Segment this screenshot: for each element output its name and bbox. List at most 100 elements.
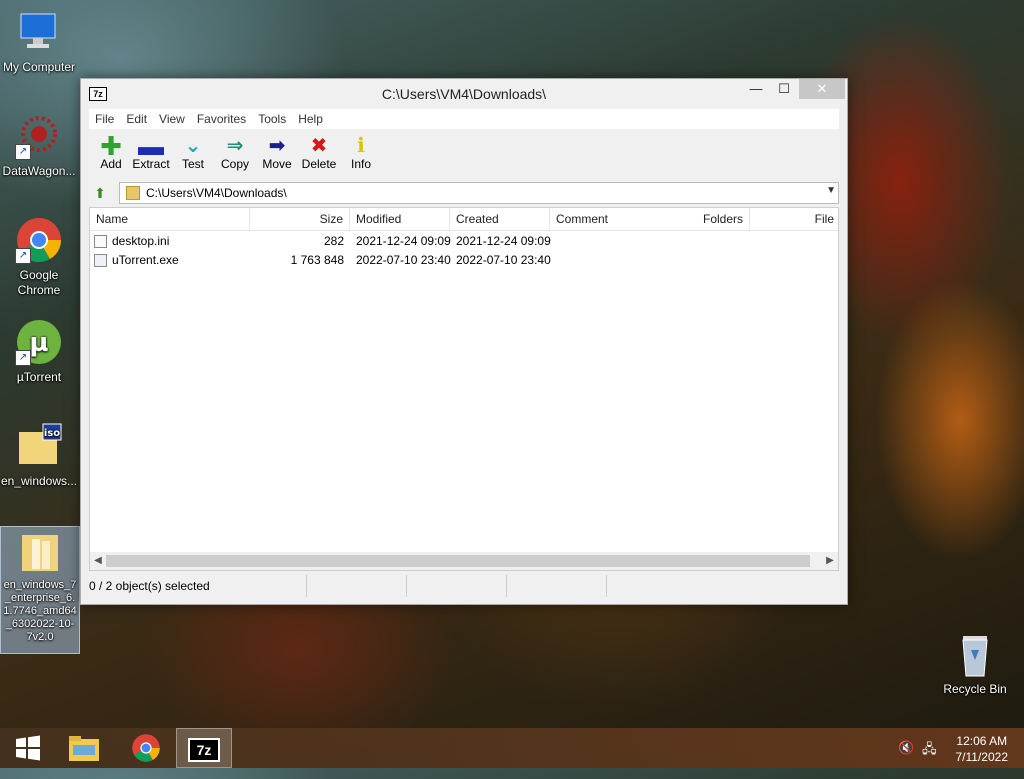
recycle-bin-icon [951, 630, 999, 678]
folder-icon [126, 186, 140, 200]
extract-button[interactable]: ▬ Extract [129, 131, 173, 171]
column-modified[interactable]: Modified [350, 208, 450, 230]
column-header: Name Size Modified Created Comment Folde… [90, 208, 838, 231]
menu-view[interactable]: View [153, 109, 191, 129]
copy-button[interactable]: ⇒ Copy [213, 135, 257, 171]
7zip-icon: 7z [188, 738, 220, 762]
copy-label: Copy [220, 157, 249, 171]
table-row[interactable]: uTorrent.exe 1 763 848 2022-07-10 23:40 … [90, 251, 838, 270]
table-row[interactable]: desktop.ini 282 2021-12-24 09:09 2021-12… [90, 232, 838, 251]
test-label: Test [181, 157, 204, 171]
7zip-file-manager-window: 7z C:\Users\VM4\Downloads\ — ☐ ✕ File Edi… [80, 78, 848, 605]
desktop-icon-my-computer[interactable]: My Computer [0, 8, 78, 75]
desktop-icon-label: en_windows_7_enterprise_6.1.7746_amd64_6… [3, 579, 77, 643]
window-titlebar[interactable]: 7z C:\Users\VM4\Downloads\ — ☐ ✕ [81, 79, 847, 109]
windows-logo-icon [16, 735, 40, 761]
file-modified: 2021-12-24 09:09 [356, 234, 451, 248]
desktop-icon-label: en_windows... [0, 474, 78, 488]
check-chevron-icon: ⌄ [184, 135, 202, 157]
desktop-icon-label: Google Chrome [17, 268, 61, 297]
address-combobox[interactable]: C:\Users\VM4\Downloads\ ▼ [119, 182, 839, 204]
file-created: 2022-07-10 23:40 [456, 253, 551, 267]
ini-file-icon [94, 235, 107, 248]
svg-text:µ: µ [29, 328, 48, 358]
svg-text:iso: iso [44, 428, 60, 439]
menu-favorites[interactable]: Favorites [191, 109, 252, 129]
file-list[interactable]: Name Size Modified Created Comment Folde… [89, 207, 839, 571]
scroll-right-icon[interactable]: ▶ [822, 553, 838, 569]
chrome-icon [132, 734, 160, 762]
x-icon: ✖ [310, 135, 328, 157]
extract-label: Extract [132, 157, 170, 171]
file-name: uTorrent.exe [112, 253, 179, 267]
menu-file[interactable]: File [89, 109, 120, 129]
desktop-icon-recycle-bin[interactable]: Recycle Bin [936, 630, 1014, 697]
column-size[interactable]: Size [250, 208, 350, 230]
shortcut-arrow-icon: ↗ [15, 144, 31, 160]
status-segment [507, 575, 607, 597]
network-icon[interactable]: 🖧 [922, 740, 937, 762]
taskbar: 7z 🔇 🖧 12:06 AM 7/11/2022 [0, 728, 1024, 768]
folder-up-button[interactable]: ⬆ [91, 184, 109, 202]
chrome-icon: ↗ [15, 216, 63, 264]
desktop-icon-iso[interactable]: iso en_windows... [0, 422, 78, 489]
info-label: Info [350, 157, 371, 171]
move-button[interactable]: ➡ Move [255, 135, 299, 171]
status-segment [407, 575, 507, 597]
speaker-muted-icon[interactable]: 🔇 [898, 740, 914, 756]
desktop-icon-label: My Computer [2, 60, 76, 74]
utorrent-icon: µ ↗ [15, 318, 63, 366]
minus-icon: ▬ [138, 131, 164, 161]
scrollbar-thumb[interactable] [106, 555, 810, 567]
file-created: 2021-12-24 09:09 [456, 234, 551, 248]
desktop-icon-win7-folder[interactable]: en_windows_7_enterprise_6.1.7746_amd64_6… [0, 526, 80, 654]
file-size: 282 [323, 234, 344, 248]
window-title: C:\Users\VM4\Downloads\ [381, 86, 547, 102]
address-path: C:\Users\VM4\Downloads\ [146, 186, 287, 200]
scroll-left-icon[interactable]: ◀ [90, 553, 106, 569]
taskbar-google-chrome[interactable] [118, 728, 174, 768]
menu-tools[interactable]: Tools [252, 109, 292, 129]
menu-bar: File Edit View Favorites Tools Help [89, 109, 839, 129]
desktop-icon-utorrent[interactable]: µ ↗ µTorrent [0, 318, 78, 385]
column-files[interactable]: File [750, 208, 838, 230]
double-arrow-right-icon: ⇒ [226, 135, 244, 157]
status-bar: 0 / 2 object(s) selected [89, 575, 839, 597]
menu-help[interactable]: Help [292, 109, 329, 129]
datawagon-icon: ↗ [15, 112, 63, 160]
column-folders[interactable]: Folders [650, 208, 750, 230]
shortcut-arrow-icon: ↗ [15, 248, 31, 264]
desktop-icon-datawagon[interactable]: ↗ DataWagon... [0, 112, 78, 179]
taskbar-7zip[interactable]: 7z [176, 728, 232, 768]
taskbar-clock[interactable]: 12:06 AM 7/11/2022 [956, 733, 1009, 765]
horizontal-scrollbar[interactable]: ◀ ▶ [90, 552, 838, 570]
up-arrow-icon: ⬆ [94, 185, 106, 201]
clock-date: 7/11/2022 [955, 750, 1009, 764]
column-name[interactable]: Name [90, 208, 250, 230]
desktop-icon-google-chrome[interactable]: ↗ Google Chrome [0, 216, 78, 298]
menu-edit[interactable]: Edit [120, 109, 153, 129]
add-label: Add [100, 157, 122, 171]
arrow-right-icon: ➡ [268, 135, 286, 157]
desktop-icon-label: Recycle Bin [943, 682, 1007, 696]
maximize-button[interactable]: ☐ [771, 79, 797, 99]
delete-button[interactable]: ✖ Delete [297, 135, 341, 171]
file-size: 1 763 848 [290, 253, 344, 267]
info-button[interactable]: ℹ Info [339, 135, 383, 171]
column-created[interactable]: Created [450, 208, 550, 230]
file-explorer-icon [69, 736, 99, 761]
start-button[interactable] [0, 728, 56, 768]
add-button[interactable]: ✚ Add [89, 133, 133, 171]
taskbar-file-explorer[interactable] [56, 728, 112, 768]
address-bar: ⬆ C:\Users\VM4\Downloads\ ▼ [89, 182, 839, 204]
minimize-button[interactable]: — [743, 79, 769, 99]
test-button[interactable]: ⌄ Test [171, 135, 215, 171]
move-label: Move [262, 157, 292, 171]
computer-icon [15, 8, 63, 56]
chevron-down-icon[interactable]: ▼ [826, 185, 836, 196]
file-modified: 2022-07-10 23:40 [356, 253, 451, 267]
shortcut-arrow-icon: ↗ [15, 350, 31, 366]
iso-file-icon: iso [15, 422, 63, 470]
close-button[interactable]: ✕ [799, 79, 845, 99]
exe-file-icon [94, 254, 107, 267]
